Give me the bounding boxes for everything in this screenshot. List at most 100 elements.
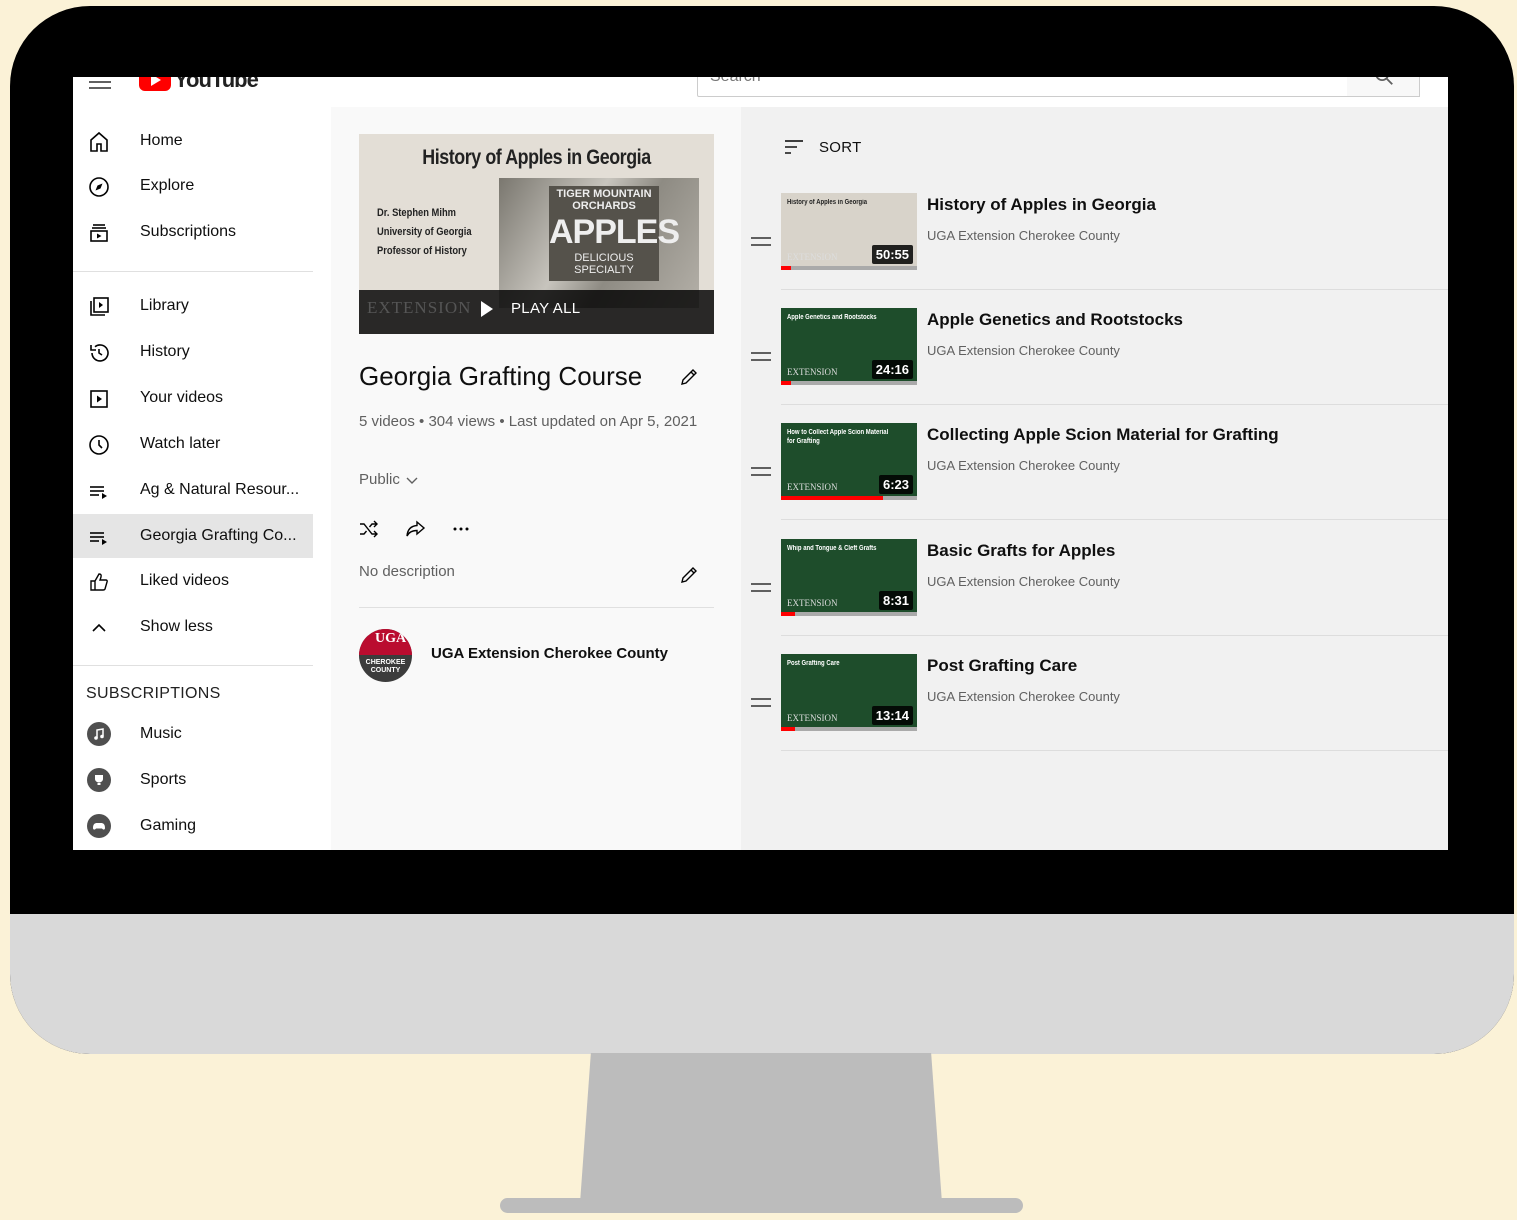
sidebar-sub-sports[interactable]: Sports [73,758,313,802]
sidebar-item-liked-videos[interactable]: Liked videos [73,559,313,603]
thumbnail-text: History of Apples in Georgia [787,199,868,206]
sidebar-sub-music[interactable]: Music [73,712,313,756]
playlist-description: No description [359,563,455,580]
duration-badge: 24:16 [871,360,913,379]
edit-description-pencil-icon[interactable] [677,563,701,587]
orchard-sign: TIGER MOUNTAIN ORCHARDS APPLES DELICIOUS… [549,186,680,281]
video-row[interactable]: Whip and Tongue & Cleft Grafts EXTENSION 8… [751,539,1448,654]
hamburger-menu-icon[interactable] [89,77,111,89]
thumbnail-extension-logo: EXTENSION [787,367,838,377]
monitor-stand-base [500,1198,1023,1213]
video-row[interactable]: How to Collect Apple Scion Material for … [751,423,1448,538]
drag-handle-icon[interactable] [751,698,771,712]
credit-line: Dr. Stephen Mihm [377,207,456,219]
row-divider [781,519,1448,520]
watch-progress-fill [781,266,791,270]
drag-handle-icon[interactable] [751,467,771,481]
hero-photo: TIGER MOUNTAIN ORCHARDS APPLES DELICIOUS… [499,178,699,308]
video-channel-link[interactable]: UGA Extension Cherokee County [927,458,1120,473]
thumbnail-extension-logo: EXTENSION [787,713,838,723]
sidebar-item-ag-natural-resources[interactable]: Ag & Natural Resour... [73,468,313,512]
drag-handle-icon[interactable] [751,352,771,366]
play-all-bar[interactable]: EXTENSION PLAY ALL [359,290,714,334]
video-channel-link[interactable]: UGA Extension Cherokee County [927,343,1120,358]
hero-credits: Dr. Stephen Mihm University of Georgia P… [377,204,472,261]
playlist-video-list: SORT History of Apples in Georgia EXTENSI… [741,107,1448,850]
video-title-link[interactable]: Post Grafting Care [927,656,1077,676]
sidebar-item-your-videos[interactable]: Your videos [73,376,313,420]
youtube-logo[interactable]: YouTube [139,77,259,93]
sidebar-item-explore[interactable]: Explore [73,164,313,208]
home-icon [90,131,108,152]
sidebar-item-home[interactable]: Home [73,119,313,163]
sidebar-item-watch-later[interactable]: Watch later [73,422,313,466]
video-channel-link[interactable]: UGA Extension Cherokee County [927,574,1120,589]
video-channel-link[interactable]: UGA Extension Cherokee County [927,228,1120,243]
sidebar-item-label: History [140,343,190,360]
more-options-icon[interactable] [449,517,473,541]
sidebar-item-label: Library [140,297,189,314]
search-input[interactable] [698,77,1312,96]
video-thumbnail[interactable]: Post Grafting Care EXTENSION 13:14 [781,654,917,731]
play-all-button[interactable]: PLAY ALL [481,300,580,317]
shuffle-icon[interactable] [357,517,381,541]
sidebar-item-library[interactable]: Library [73,284,313,328]
video-channel-link[interactable]: UGA Extension Cherokee County [927,689,1120,704]
video-thumbnail[interactable]: How to Collect Apple Scion Material for … [781,423,917,500]
video-title-link[interactable]: Collecting Apple Scion Material for Graf… [927,425,1279,445]
watch-progress-fill [781,496,883,500]
sidebar-item-label: Sports [140,771,187,788]
watch-progress-bar [781,266,917,270]
trophy-icon [87,768,111,792]
sidebar-item-label: Watch later [140,435,221,452]
video-row[interactable]: Apple Genetics and Rootstocks EXTENSION 24… [751,308,1448,423]
sign-main: APPLES [549,213,680,251]
search-button[interactable] [1347,77,1420,97]
video-thumbnail[interactable]: History of Apples in Georgia EXTENSION 50:… [781,193,917,270]
video-row[interactable]: Post Grafting Care EXTENSION 13:14 Post Gra… [751,654,1448,769]
playlist-icon [90,486,107,499]
video-title-link[interactable]: Apple Genetics and Rootstocks [927,310,1183,330]
your-videos-icon [90,390,108,408]
thumbnail-extension-logo: EXTENSION [787,482,838,492]
sidebar-item-label: Show less [140,618,213,635]
playlist-info-panel: History of Apples in Georgia Dr. Stephen… [331,107,741,850]
sidebar-item-georgia-grafting-course[interactable]: Georgia Grafting Co... [73,514,313,558]
video-title-link[interactable]: Basic Grafts for Apples [927,541,1115,561]
video-title-link[interactable]: History of Apples in Georgia [927,195,1156,215]
brand-name: YouTube [174,77,259,92]
sidebar: Home Explore Subscriptions Library Histo… [73,107,313,850]
duration-badge: 13:14 [871,706,913,725]
video-thumbnail[interactable]: Whip and Tongue & Cleft Grafts EXTENSION 8… [781,539,917,616]
playlist-hero-thumbnail[interactable]: History of Apples in Georgia Dr. Stephen… [359,134,714,334]
share-icon[interactable] [403,517,427,541]
library-icon [90,297,109,316]
music-icon [87,722,111,746]
avatar-top-text: UGA [375,631,407,646]
monitor-chin [10,914,1514,1054]
thumbnail-text: Whip and Tongue & Cleft Grafts [787,545,877,552]
sidebar-item-history[interactable]: History [73,330,313,374]
sidebar-item-subscriptions[interactable]: Subscriptions [73,210,313,254]
sort-button[interactable]: SORT [783,136,862,158]
drag-handle-icon[interactable] [751,583,771,597]
credit-line: Professor of History [377,245,467,257]
play-icon [481,300,493,317]
drag-handle-icon[interactable] [751,237,771,251]
monitor-stand [580,1053,942,1203]
search-field[interactable] [697,77,1349,97]
sidebar-item-label: Music [140,725,182,742]
privacy-dropdown[interactable]: Public [359,471,419,488]
watch-progress-bar [781,612,917,616]
sidebar-item-label: Explore [140,177,195,194]
sidebar-sub-gaming[interactable]: Gaming [73,804,313,848]
search-icon [1375,77,1393,85]
video-thumbnail[interactable]: Apple Genetics and Rootstocks EXTENSION 24… [781,308,917,385]
channel-avatar[interactable]: UGA CHEROKEE COUNTY [359,629,412,682]
sort-icon [785,140,803,154]
edit-title-pencil-icon[interactable] [677,365,701,389]
sidebar-item-show-less[interactable]: Show less [73,605,313,649]
channel-name-link[interactable]: UGA Extension Cherokee County [431,645,668,662]
video-row[interactable]: History of Apples in Georgia EXTENSION 50:… [751,193,1448,308]
watch-progress-bar [781,496,917,500]
